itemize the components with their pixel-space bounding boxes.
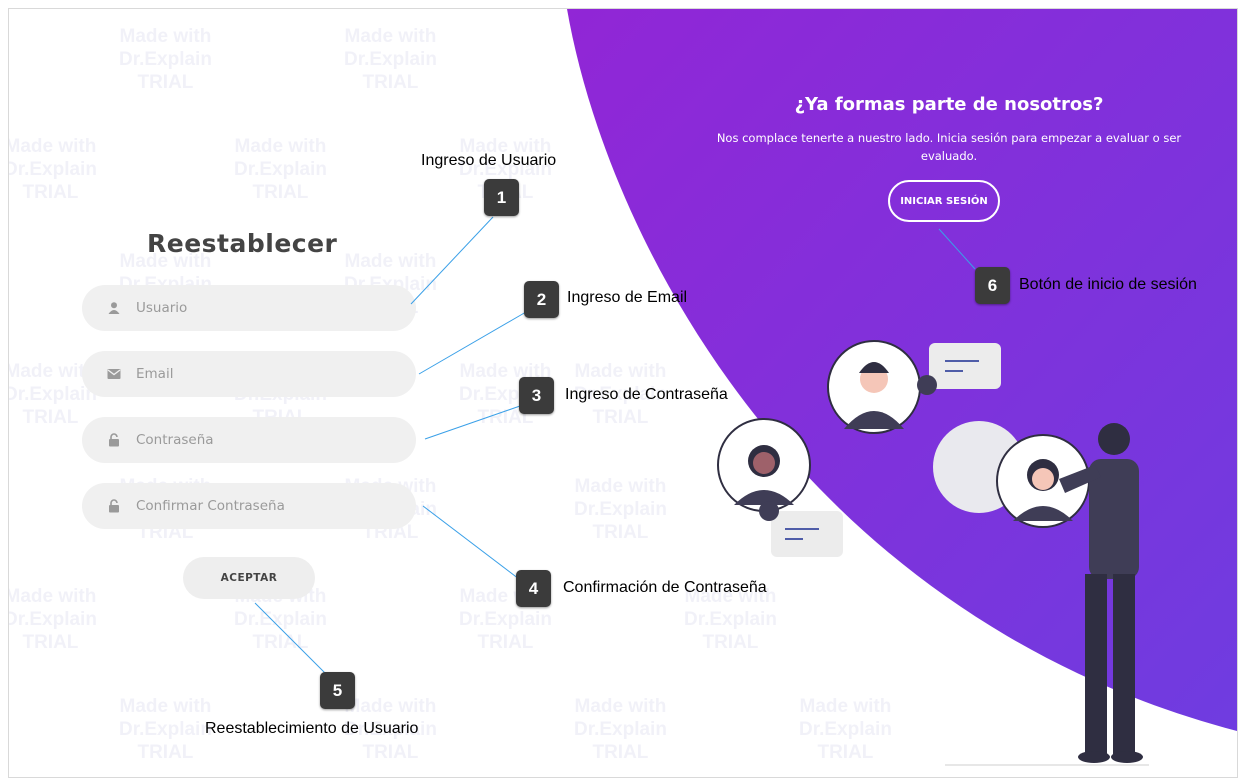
callout-1-badge: 1 bbox=[484, 179, 519, 216]
callout-4-badge: 4 bbox=[516, 570, 551, 607]
callout-5-label: Reestablecimiento de Usuario bbox=[205, 720, 419, 737]
callout-3-badge: 3 bbox=[519, 377, 554, 414]
callout-line-5 bbox=[254, 602, 326, 674]
callout-6-label: Botón de inicio de sesión bbox=[1019, 276, 1197, 293]
callout-line-4 bbox=[422, 505, 520, 580]
callout-line-1 bbox=[410, 216, 494, 305]
callout-4-label: Confirmación de Contraseña bbox=[563, 579, 767, 596]
callout-3-label: Ingreso de Contraseña bbox=[565, 386, 728, 403]
callout-2-label: Ingreso de Email bbox=[567, 289, 688, 306]
callout-line-6 bbox=[938, 228, 976, 270]
callout-5-badge: 5 bbox=[320, 672, 355, 709]
callout-line-3 bbox=[424, 405, 521, 440]
callout-6-badge: 6 bbox=[975, 267, 1010, 304]
app-frame: Made with Dr.Explain TRIAL Made with Dr.E… bbox=[8, 8, 1238, 778]
callout-1-label: Ingreso de Usuario bbox=[421, 152, 557, 169]
callout-2-badge: 2 bbox=[524, 281, 559, 318]
callout-line-2 bbox=[418, 311, 527, 375]
